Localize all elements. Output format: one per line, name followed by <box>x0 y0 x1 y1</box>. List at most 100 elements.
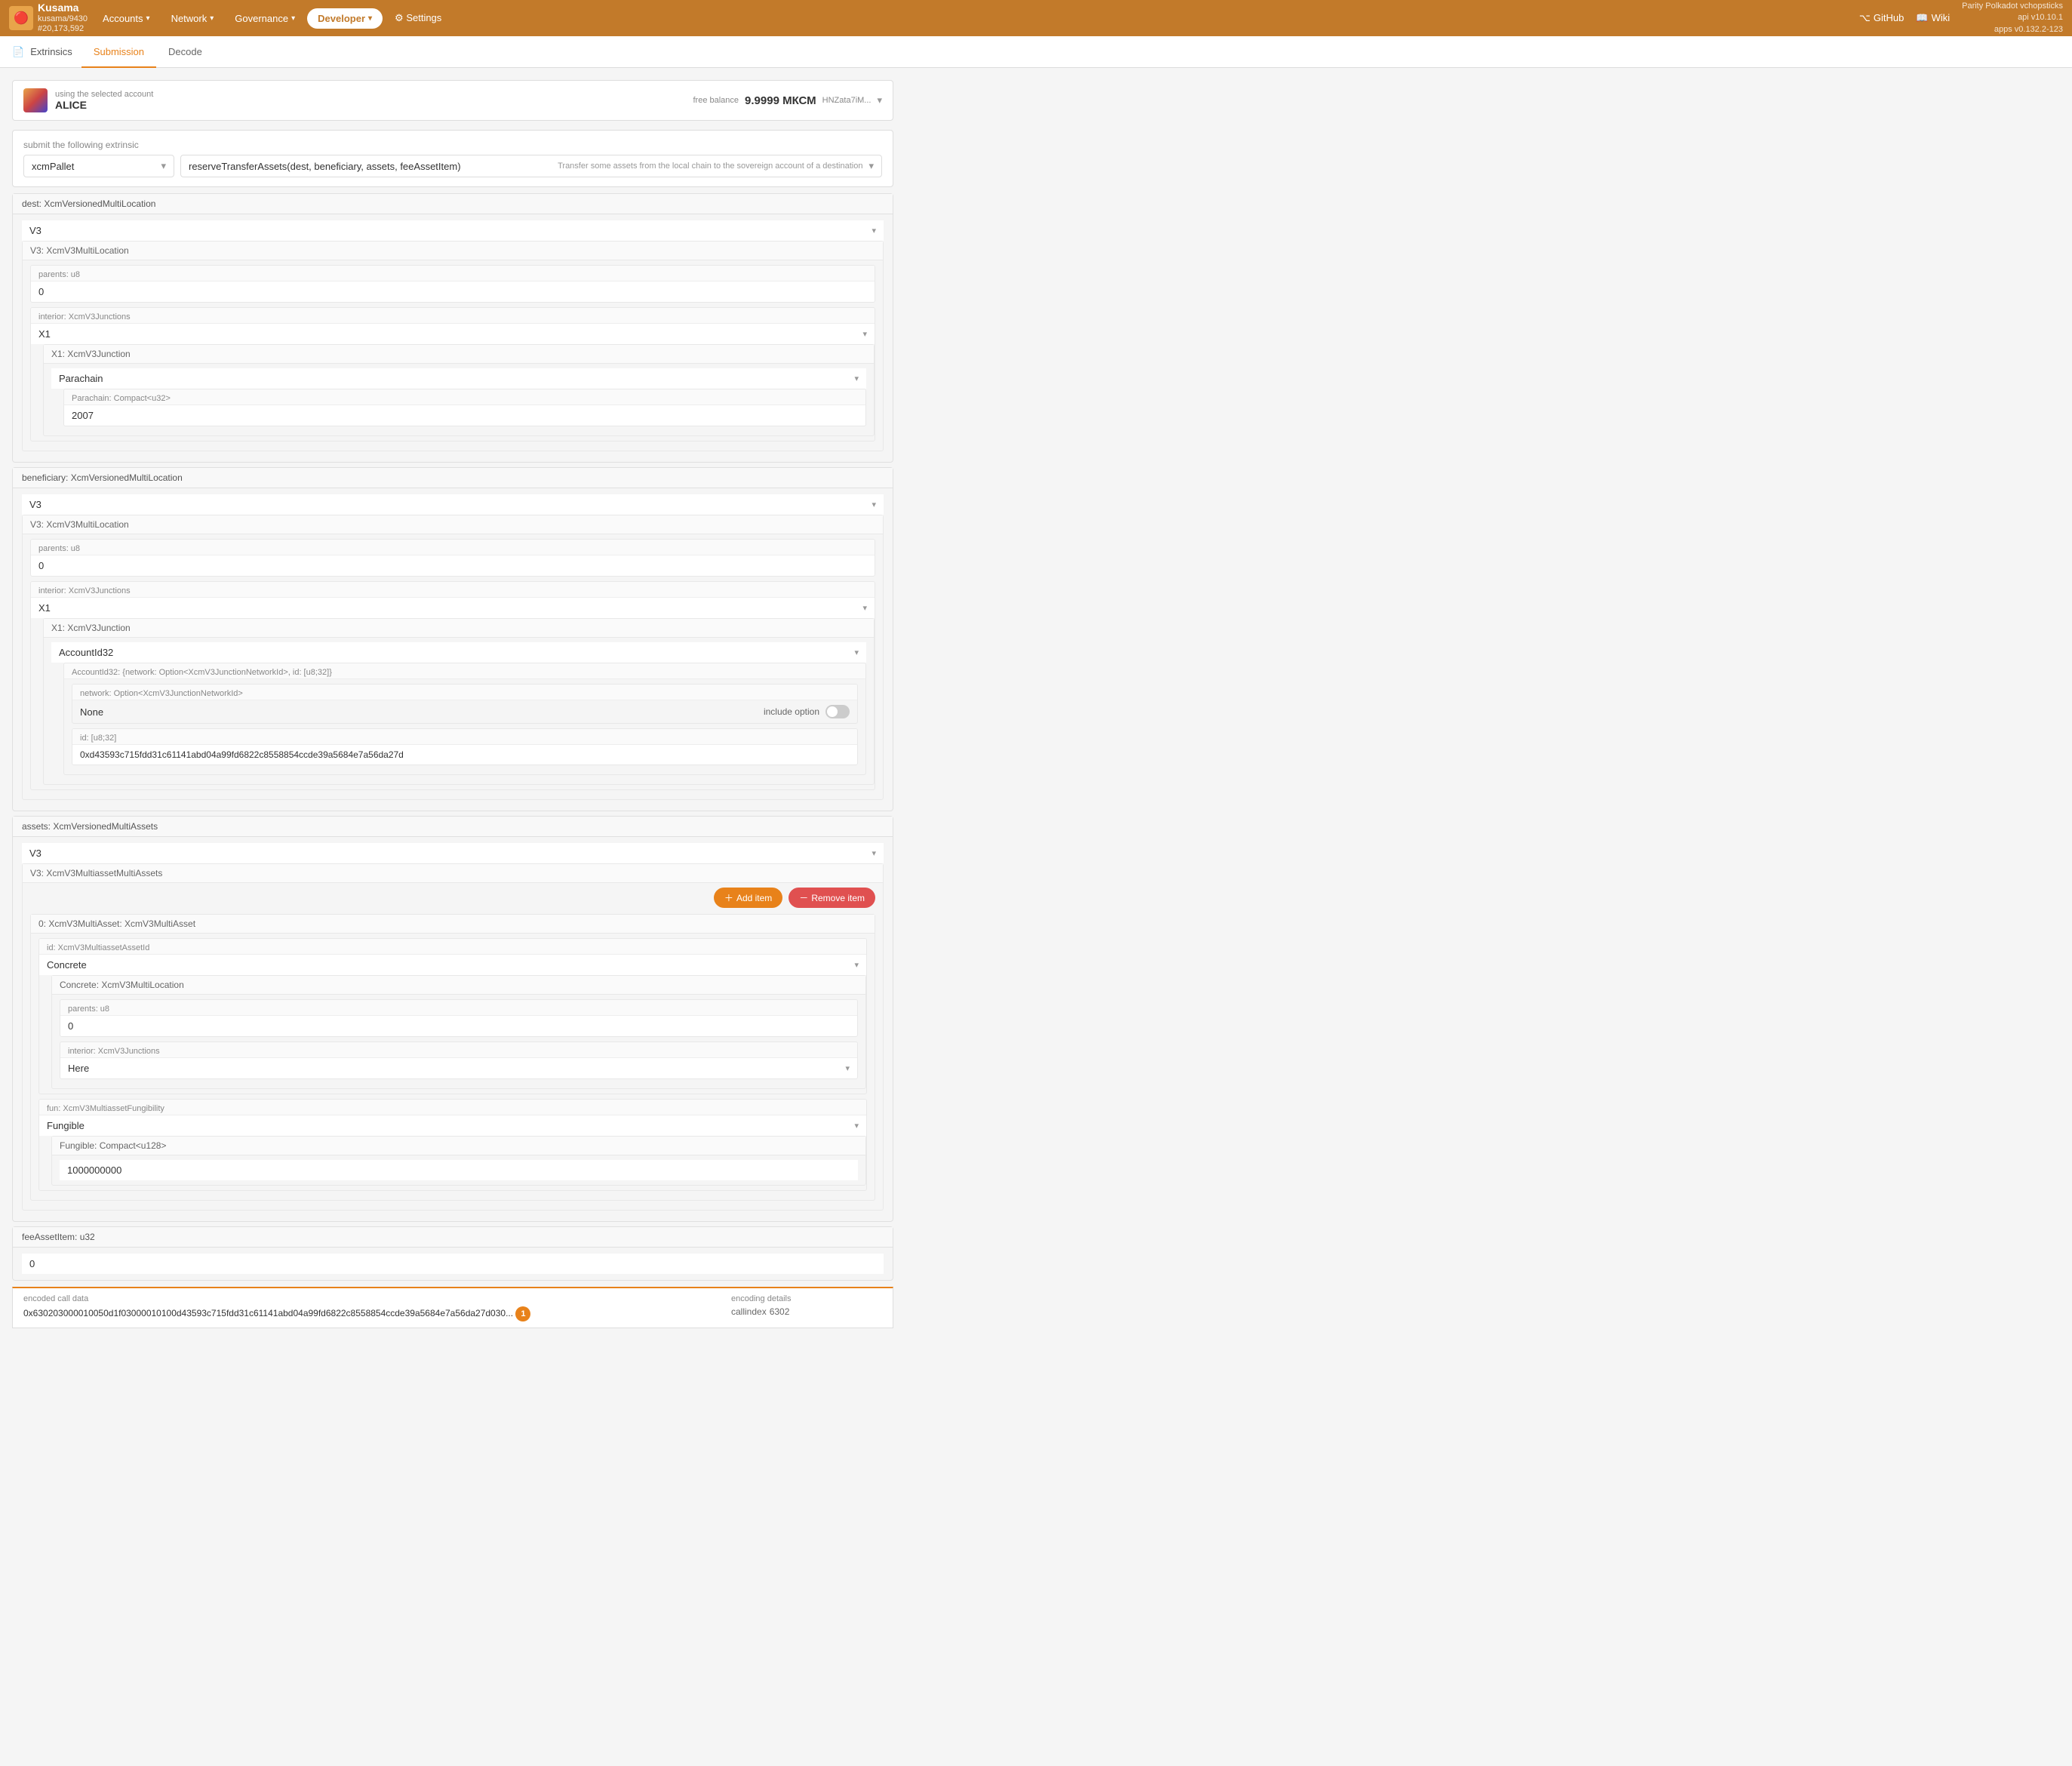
account-info: using the selected account ALICE <box>23 88 153 112</box>
assets-block: assets: XcmVersionedMultiAssets V3 ▾ V3:… <box>12 816 893 1222</box>
github-link[interactable]: ⌥ GitHub <box>1859 12 1904 24</box>
asset-fungible-value: 1000000000 <box>60 1160 858 1180</box>
assets-header: assets: XcmVersionedMultiAssets <box>13 817 893 837</box>
nav-developer[interactable]: Developer ▾ <box>307 8 383 29</box>
asset-id-select[interactable]: Concrete ▾ <box>39 955 866 975</box>
dest-interior-select[interactable]: X1 ▾ <box>31 324 875 344</box>
chevron-down-icon: ▾ <box>845 1063 850 1073</box>
encoded-label: encoded call data <box>23 1294 719 1303</box>
add-item-button[interactable]: ＋ Add item <box>714 888 782 908</box>
assets-v3-block: V3: XcmV3MultiassetMultiAssets ＋ Add ite… <box>22 863 884 1211</box>
bene-x1-select[interactable]: AccountId32 ▾ <box>51 642 866 663</box>
bene-parents-label: parents: u8 <box>31 540 875 555</box>
assets-version-select[interactable]: V3 ▾ <box>22 843 884 863</box>
dest-x1-body: Parachain ▾ Parachain: Compact<u32> 2007 <box>44 364 874 435</box>
include-option-group: include option <box>764 705 850 718</box>
callindex-value: 6302 <box>770 1306 790 1317</box>
balance-addr: HNZata7iM... <box>822 96 872 105</box>
beneficiary-v3-block: V3: XcmV3MultiLocation parents: u8 0 int… <box>22 515 884 800</box>
fee-value: 0 <box>22 1254 884 1274</box>
bene-id-label: id: [u8;32] <box>72 729 857 745</box>
bene-accountid32-container: AccountId32: {network: Option<XcmV3Junct… <box>63 663 866 775</box>
assets-btn-row: ＋ Add item － Remove item <box>30 888 875 908</box>
nav-accounts[interactable]: Accounts ▾ <box>94 8 159 29</box>
top-nav: 🔴 Kusama kusama/9430#20,173,592 Accounts… <box>0 0 2072 36</box>
dest-x1-header: X1: XcmV3Junction <box>44 345 874 364</box>
brand-name: Kusama <box>38 2 88 14</box>
assets-v3-header: V3: XcmV3MultiassetMultiAssets <box>23 864 883 883</box>
tab-decode[interactable]: Decode <box>156 37 214 68</box>
asset-fungible-block: Fungible: Compact<u128> 1000000000 <box>51 1136 866 1186</box>
bene-network-container: network: Option<XcmV3JunctionNetworkId> … <box>72 684 858 724</box>
include-option-label: include option <box>764 706 819 717</box>
nav-network[interactable]: Network ▾ <box>162 8 223 29</box>
using-account-label: using the selected account <box>55 90 153 99</box>
section-title: Extrinsics <box>30 46 72 57</box>
beneficiary-version-select[interactable]: V3 ▾ <box>22 494 884 515</box>
bene-x1-body: AccountId32 ▾ AccountId32: {network: Opt… <box>44 638 874 784</box>
brand-text: Kusama kusama/9430#20,173,592 <box>38 2 88 34</box>
call-select[interactable]: reserveTransferAssets(dest, beneficiary,… <box>180 155 882 177</box>
asset-concrete-header: Concrete: XcmV3MultiLocation <box>52 976 865 995</box>
asset-item-0-body: id: XcmV3MultiassetAssetId Concrete ▾ Co… <box>31 934 875 1200</box>
asset-concrete-interior-container: interior: XcmV3Junctions Here ▾ <box>60 1041 858 1079</box>
chevron-down-icon: ▾ <box>368 14 372 23</box>
dest-parents-container: parents: u8 0 <box>30 265 875 303</box>
encoded-section: encoded call data 0x630203000010050d1f03… <box>23 1294 719 1321</box>
encoding-details: encoding details callindex 6302 <box>731 1294 882 1317</box>
callindex-label: callindex <box>731 1306 767 1317</box>
encoded-bar: encoded call data 0x630203000010050d1f03… <box>12 1287 893 1328</box>
beneficiary-block: beneficiary: XcmVersionedMultiLocation V… <box>12 467 893 811</box>
nav-brand[interactable]: 🔴 Kusama kusama/9430#20,173,592 <box>9 2 88 34</box>
bene-parents-value: 0 <box>31 555 875 576</box>
asset-concrete-body: parents: u8 0 interior: XcmV3Junctions H… <box>52 995 865 1088</box>
bene-parents-container: parents: u8 0 <box>30 539 875 577</box>
dest-v3-block: V3: XcmV3MultiLocation parents: u8 0 int… <box>22 241 884 451</box>
nav-items: Accounts ▾ Network ▾ Governance ▾ Develo… <box>94 8 1859 29</box>
dest-v3-header: V3: XcmV3MultiLocation <box>23 242 883 260</box>
submit-section: submit the following extrinsic xcmPallet… <box>12 130 893 187</box>
nav-governance[interactable]: Governance ▾ <box>226 8 304 29</box>
nav-settings[interactable]: ⚙ Settings <box>386 8 450 29</box>
asset-fun-select[interactable]: Fungible ▾ <box>39 1115 866 1136</box>
include-option-toggle[interactable] <box>825 705 850 718</box>
dest-interior-label: interior: XcmV3Junctions <box>31 308 875 324</box>
dest-x1-select[interactable]: Parachain ▾ <box>51 368 866 389</box>
minus-icon: － <box>799 891 808 904</box>
chevron-down-icon: ▾ <box>854 374 859 383</box>
balance-value: 9.9999 МКСМ <box>745 94 816 107</box>
bene-interior-select[interactable]: X1 ▾ <box>31 598 875 618</box>
sub-nav: 📄 Extrinsics Submission Decode <box>0 36 2072 68</box>
balance-label: free balance <box>693 96 739 105</box>
bene-network-label: network: Option<XcmV3JunctionNetworkId> <box>72 685 857 700</box>
tab-submission[interactable]: Submission <box>81 37 156 68</box>
dest-x1-block: X1: XcmV3Junction Parachain ▾ Parachain:… <box>43 344 875 436</box>
notification-badge: 1 <box>515 1306 530 1321</box>
brand-icon: 🔴 <box>9 6 33 30</box>
dest-block: dest: XcmVersionedMultiLocation V3 ▾ V3:… <box>12 193 893 463</box>
beneficiary-v3-header: V3: XcmV3MultiLocation <box>23 515 883 534</box>
account-details: using the selected account ALICE <box>55 90 153 111</box>
asset-fun-container: fun: XcmV3MultiassetFungibility Fungible… <box>38 1099 867 1191</box>
chevron-down-icon: ▾ <box>862 603 867 613</box>
chevron-down-icon: ▾ <box>868 160 874 172</box>
asset-concrete-parents-value: 0 <box>60 1016 857 1036</box>
nav-right: ⌥ GitHub 📖 Wiki Parity Polkadot vchopsti… <box>1859 1 2063 35</box>
asset-fun-label: fun: XcmV3MultiassetFungibility <box>39 1100 866 1115</box>
balance-section: free balance 9.9999 МКСМ HNZata7iM... ▾ <box>693 94 882 107</box>
remove-item-button[interactable]: － Remove item <box>789 888 875 908</box>
wiki-link[interactable]: 📖 Wiki <box>1916 12 1950 24</box>
chevron-down-icon: ▾ <box>146 14 150 23</box>
chevron-down-icon: ▾ <box>854 648 859 657</box>
main-content: using the selected account ALICE free ba… <box>0 68 905 1340</box>
dest-v3-body: parents: u8 0 interior: XcmV3Junctions X… <box>23 260 883 451</box>
dest-version-select[interactable]: V3 ▾ <box>22 220 884 241</box>
asset-concrete-interior-select[interactable]: Here ▾ <box>60 1058 857 1078</box>
asset-concrete-block: Concrete: XcmV3MultiLocation parents: u8… <box>51 975 866 1089</box>
chevron-down-icon: ▾ <box>161 160 166 172</box>
pallet-select[interactable]: xcmPallet ▾ <box>23 155 174 177</box>
assets-body: V3 ▾ V3: XcmV3MultiassetMultiAssets ＋ Ad… <box>13 837 893 1221</box>
chevron-down-icon: ▾ <box>872 500 876 509</box>
chevron-down-icon[interactable]: ▾ <box>877 94 882 106</box>
chevron-down-icon: ▾ <box>872 848 876 858</box>
